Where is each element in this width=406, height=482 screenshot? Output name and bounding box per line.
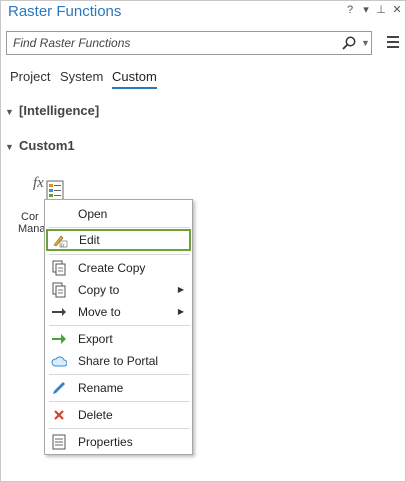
tab-custom[interactable]: Custom — [112, 68, 157, 89]
close-button[interactable]: ✕ — [390, 1, 404, 19]
label-line-2: Mana — [18, 223, 46, 235]
menu-item-edit[interactable]: fx Edit — [46, 229, 191, 251]
submenu-arrow-icon: ▶ — [177, 285, 184, 294]
menu-item-copy-to[interactable]: Copy to ▶ — [45, 279, 192, 301]
arrow-right-icon — [52, 308, 66, 316]
menu-item-label: Rename — [78, 381, 124, 395]
menu-item-export[interactable]: Export — [45, 328, 192, 350]
menu-item-rename[interactable]: Rename — [45, 377, 192, 399]
delete-x-icon — [54, 410, 64, 420]
copy-icon — [52, 282, 66, 298]
properties-icon — [52, 434, 66, 450]
cloud-icon — [51, 356, 67, 367]
menu-separator — [49, 227, 190, 228]
menu-separator — [49, 401, 190, 402]
menu-separator — [49, 325, 190, 326]
copy-icon — [52, 260, 66, 276]
menu-item-label: Copy to — [78, 283, 120, 297]
export-icon — [52, 334, 66, 344]
pencil-icon — [53, 382, 65, 394]
pin-button[interactable]: ⊥ — [374, 1, 388, 19]
menu-item-label: Move to — [78, 305, 121, 319]
svg-text:fx: fx — [33, 175, 44, 191]
menu-icon[interactable] — [386, 34, 400, 50]
menu-item-label: Edit — [79, 233, 100, 247]
label-line-1: Cor — [21, 211, 39, 223]
menu-item-label: Delete — [78, 408, 113, 422]
menu-item-properties[interactable]: Properties — [45, 431, 192, 453]
context-menu: Open fx Edit Create Copy Copy to ▶ Move … — [44, 199, 193, 455]
menu-item-label: Properties — [78, 435, 133, 449]
raster-function-label[interactable]: Cor Mana — [18, 211, 46, 235]
group-label: [Intelligence] — [19, 103, 100, 118]
menu-item-create-copy[interactable]: Create Copy — [45, 257, 192, 279]
menu-item-move-to[interactable]: Move to ▶ — [45, 301, 192, 323]
menu-item-label: Export — [78, 332, 113, 346]
edit-function-icon: fx — [53, 235, 68, 248]
tab-project[interactable]: Project — [10, 68, 50, 86]
menu-separator — [49, 428, 190, 429]
menu-separator — [49, 374, 190, 375]
menu-item-open[interactable]: Open — [45, 203, 192, 225]
raster-functions-pane: Raster Functions ? ▾ ⊥ ✕ Find Raster Fun… — [0, 0, 406, 482]
search-box[interactable]: Find Raster Functions ▼ — [6, 31, 372, 55]
group-custom1[interactable]: ▼ Custom1 — [5, 137, 75, 156]
tab-system[interactable]: System — [60, 68, 103, 86]
menu-item-share-to-portal[interactable]: Share to Portal — [45, 350, 192, 372]
search-input[interactable]: Find Raster Functions — [13, 32, 130, 54]
menu-separator — [49, 254, 190, 255]
chevron-down-icon[interactable]: ▼ — [5, 103, 19, 121]
menu-item-label: Open — [78, 207, 108, 221]
menu-item-delete[interactable]: Delete — [45, 404, 192, 426]
help-button[interactable]: ? — [343, 1, 357, 19]
submenu-arrow-icon: ▶ — [177, 307, 184, 316]
group-intelligence[interactable]: ▼ [Intelligence] — [5, 102, 99, 121]
pane-title: Raster Functions — [8, 3, 122, 20]
group-label: Custom1 — [19, 138, 75, 153]
menu-item-label: Share to Portal — [78, 354, 159, 368]
menu-item-label: Create Copy — [78, 261, 146, 275]
search-options-chevron-icon[interactable]: ▼ — [361, 35, 371, 51]
chevron-down-icon[interactable]: ▼ — [5, 138, 19, 156]
options-dropdown-button[interactable]: ▾ — [359, 1, 373, 19]
search-icon[interactable] — [341, 35, 357, 51]
